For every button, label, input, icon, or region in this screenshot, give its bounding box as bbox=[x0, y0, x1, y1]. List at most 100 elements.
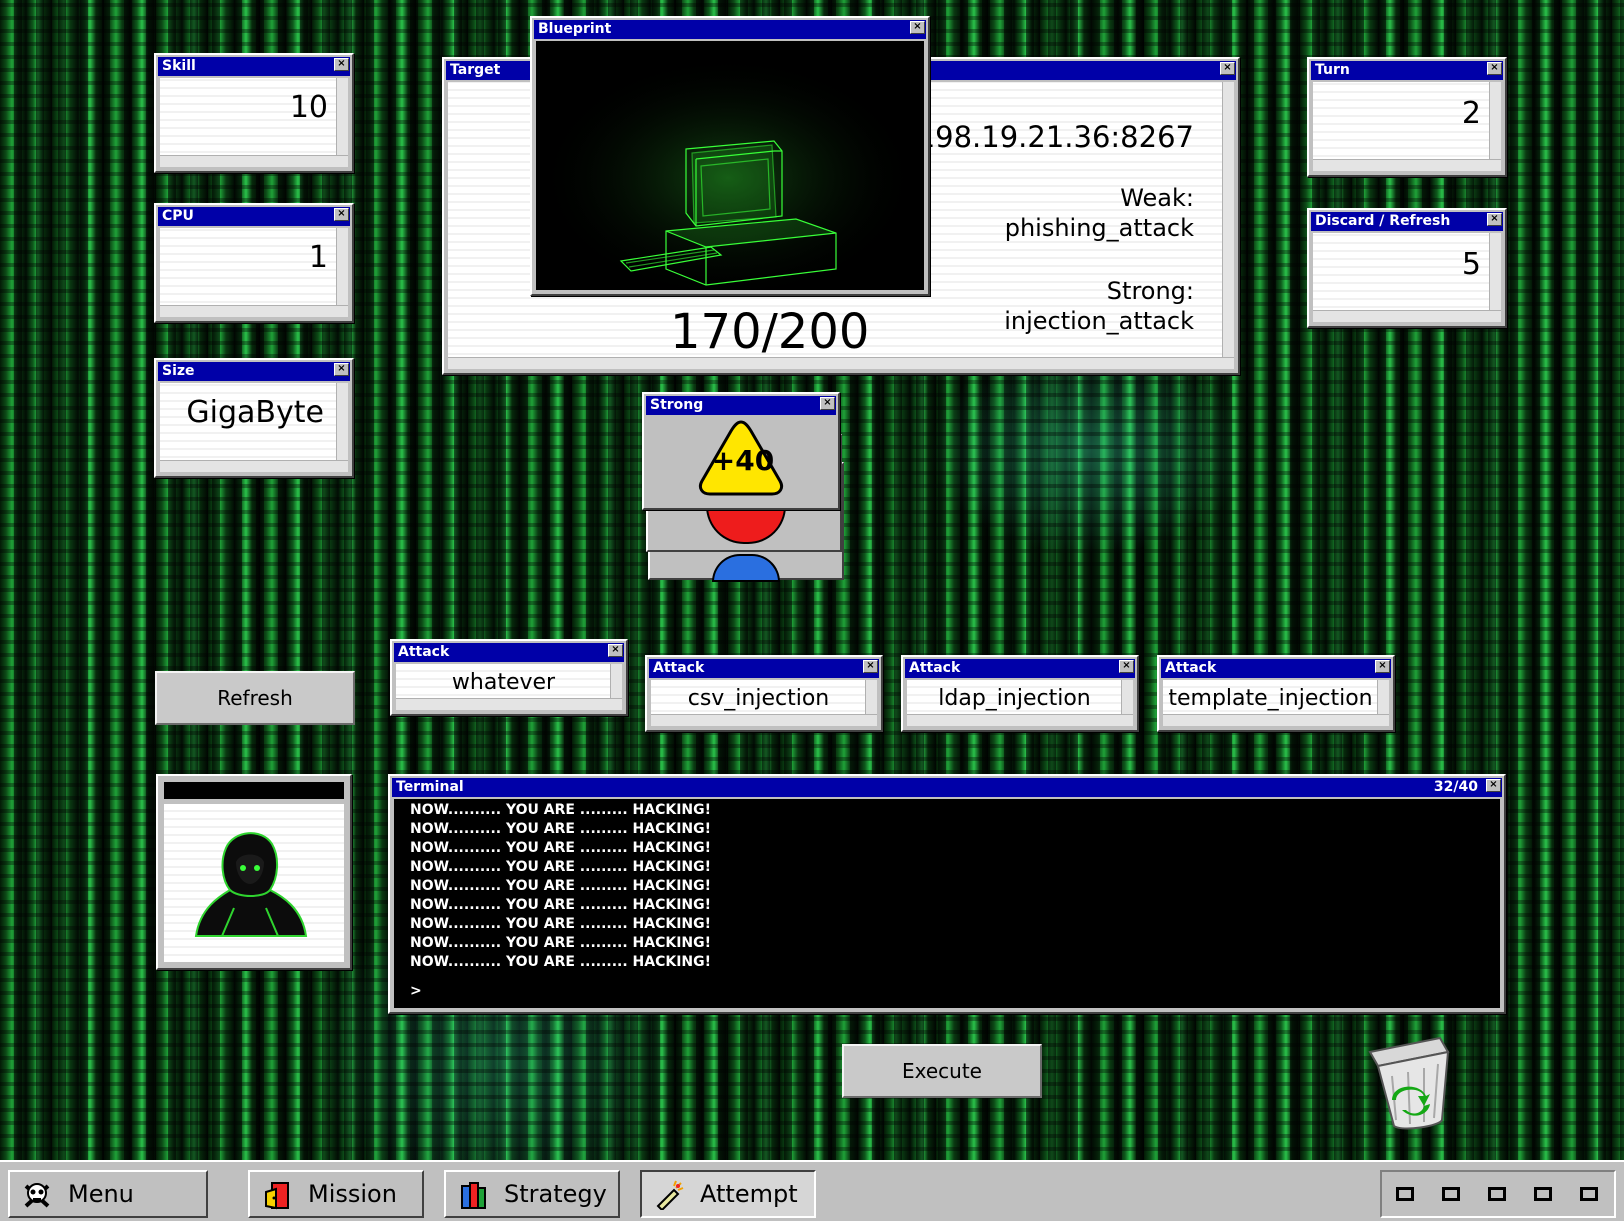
strong-card-badge: +40 bbox=[711, 444, 775, 477]
terminal-window: Terminal 32/40 × NOW.......... YOU ARE .… bbox=[388, 774, 1506, 1014]
terminal-line: NOW.......... YOU ARE ......... HACKING! bbox=[410, 878, 712, 894]
scrollbar[interactable] bbox=[1489, 233, 1501, 322]
scrollbar[interactable] bbox=[336, 228, 348, 317]
close-icon[interactable]: × bbox=[820, 397, 835, 410]
turn-title: Turn bbox=[1311, 61, 1503, 80]
avatar-titlebar bbox=[164, 782, 344, 799]
attack-title: Attack bbox=[1161, 659, 1391, 678]
cpu-window: CPU × 1 bbox=[154, 203, 354, 323]
taskbar-menu-button[interactable]: Menu bbox=[8, 1170, 208, 1218]
taskbar-label: Menu bbox=[68, 1180, 134, 1208]
strong-card-window[interactable]: Strong × +40 bbox=[642, 392, 840, 510]
scrollbar[interactable] bbox=[1222, 82, 1234, 369]
terminal-prompt[interactable]: > bbox=[410, 982, 1500, 1001]
size-value: GigaByte bbox=[186, 395, 324, 430]
attack-name: whatever bbox=[451, 670, 556, 695]
system-tray bbox=[1380, 1170, 1616, 1218]
close-icon[interactable]: × bbox=[863, 660, 878, 673]
terminal-line: NOW.......... YOU ARE ......... HACKING! bbox=[410, 916, 712, 932]
terminal-line: NOW.......... YOU ARE ......... HACKING! bbox=[410, 821, 712, 837]
skill-value: 10 bbox=[289, 90, 328, 125]
execute-button[interactable]: Execute bbox=[842, 1044, 1042, 1098]
size-title: Size bbox=[158, 362, 350, 381]
wireframe-computer-icon bbox=[536, 41, 920, 290]
tray-window-icon[interactable] bbox=[1488, 1187, 1506, 1201]
scrollbar[interactable] bbox=[1489, 82, 1501, 171]
taskbar-attempt-button[interactable]: Attempt bbox=[640, 1170, 816, 1218]
close-icon[interactable]: × bbox=[1119, 660, 1134, 673]
scrollbar[interactable] bbox=[160, 305, 348, 317]
scrollbar[interactable] bbox=[907, 714, 1133, 726]
scrollbar[interactable] bbox=[336, 383, 348, 472]
scrollbar[interactable] bbox=[1313, 159, 1501, 171]
close-icon[interactable]: × bbox=[1220, 62, 1235, 75]
blueprint-window: Blueprint × bbox=[530, 16, 930, 296]
attack-title: Attack bbox=[649, 659, 879, 678]
attack-card-ldap-injection[interactable]: Attack × ldap_injection bbox=[901, 655, 1139, 732]
refresh-button[interactable]: Refresh bbox=[155, 671, 355, 725]
tray-window-icon[interactable] bbox=[1442, 1187, 1460, 1201]
hooded-hacker-avatar bbox=[194, 832, 308, 937]
close-icon[interactable]: × bbox=[1487, 62, 1502, 75]
discard-refresh-window: Discard / Refresh × 5 bbox=[1307, 208, 1507, 328]
attack-title: Attack bbox=[905, 659, 1135, 678]
discard-title: Discard / Refresh bbox=[1311, 212, 1503, 231]
discard-value: 5 bbox=[1461, 247, 1481, 282]
strong-value: injection_attack bbox=[1004, 307, 1194, 335]
scrollbar[interactable] bbox=[336, 78, 348, 167]
strong-card-title: Strong bbox=[646, 396, 836, 415]
terminal-line: NOW.......... YOU ARE ......... HACKING! bbox=[410, 897, 712, 913]
attack-name: csv_injection bbox=[687, 686, 830, 711]
scrollbar[interactable] bbox=[651, 714, 877, 726]
close-icon[interactable]: × bbox=[334, 363, 349, 376]
attack-card-template-injection[interactable]: Attack × template_injection bbox=[1157, 655, 1395, 732]
taskbar-mission-button[interactable]: Mission bbox=[248, 1170, 424, 1218]
scrollbar[interactable] bbox=[1313, 310, 1501, 322]
cpu-title: CPU bbox=[158, 207, 350, 226]
scrollbar[interactable] bbox=[160, 460, 348, 472]
scrollbar[interactable] bbox=[160, 155, 348, 167]
taskbar-strategy-button[interactable]: Strategy bbox=[444, 1170, 620, 1218]
target-address: 198.19.21.36:8267 bbox=[916, 120, 1194, 154]
tray-window-icon[interactable] bbox=[1534, 1187, 1552, 1201]
terminal-counter: 32/40 bbox=[1433, 779, 1478, 795]
strong-label: Strong: bbox=[1106, 277, 1194, 305]
terminal-output[interactable]: NOW.......... YOU ARE ......... HACKING!… bbox=[394, 799, 1500, 1008]
close-icon[interactable]: × bbox=[334, 208, 349, 221]
close-icon[interactable]: × bbox=[608, 644, 623, 657]
close-icon[interactable]: × bbox=[1375, 660, 1390, 673]
terminal-line: NOW.......... YOU ARE ......... HACKING! bbox=[410, 859, 712, 875]
recycle-bin-icon[interactable] bbox=[1362, 1030, 1458, 1134]
turn-window: Turn × 2 bbox=[1307, 57, 1507, 177]
scrollbar[interactable] bbox=[396, 698, 622, 710]
attack-card-csv-injection[interactable]: Attack × csv_injection bbox=[645, 655, 883, 732]
book-icon bbox=[461, 1182, 486, 1209]
terminal-line: NOW.......... YOU ARE ......... HACKING! bbox=[410, 802, 712, 818]
close-icon[interactable]: × bbox=[910, 21, 925, 34]
attack-card-whatever[interactable]: Attack × whatever bbox=[390, 639, 628, 716]
close-icon[interactable]: × bbox=[334, 58, 349, 71]
blueprint-title: Blueprint bbox=[534, 20, 926, 39]
attack-name: ldap_injection bbox=[938, 686, 1091, 711]
blue-orb-icon bbox=[712, 554, 780, 582]
door-icon bbox=[265, 1182, 289, 1210]
attack-name: template_injection bbox=[1168, 686, 1373, 711]
close-icon[interactable]: × bbox=[1487, 213, 1502, 226]
terminal-line: NOW.......... YOU ARE ......... HACKING! bbox=[410, 954, 712, 970]
taskbar-label: Mission bbox=[308, 1180, 397, 1208]
scrollbar[interactable] bbox=[448, 357, 1234, 369]
terminal-title: Terminal bbox=[392, 778, 1502, 797]
skill-window: Skill × 10 bbox=[154, 53, 354, 173]
scrollbar[interactable] bbox=[1163, 714, 1389, 726]
cpu-value: 1 bbox=[308, 240, 328, 275]
turn-value: 2 bbox=[1461, 96, 1481, 131]
close-icon[interactable]: × bbox=[1486, 779, 1501, 792]
tray-window-icon[interactable] bbox=[1396, 1187, 1414, 1201]
taskbar: Menu Mission Strategy Attempt bbox=[0, 1160, 1624, 1221]
tray-window-icon[interactable] bbox=[1580, 1187, 1598, 1201]
size-window: Size × GigaByte bbox=[154, 358, 354, 478]
firecracker-icon bbox=[656, 1180, 684, 1210]
taskbar-label: Attempt bbox=[700, 1180, 798, 1208]
attack-title: Attack bbox=[394, 643, 624, 662]
terminal-line: NOW.......... YOU ARE ......... HACKING! bbox=[410, 935, 712, 951]
